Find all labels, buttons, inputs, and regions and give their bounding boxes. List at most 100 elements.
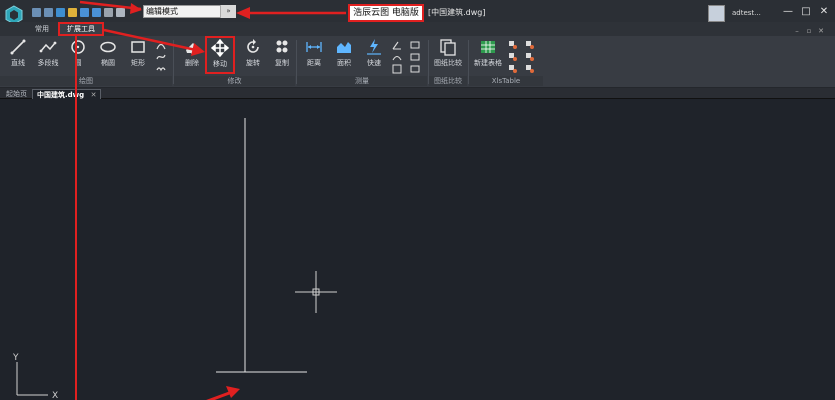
tab-drawing-file-label: 中国建筑.dwg (37, 91, 85, 99)
rotate-tool-label: 旋转 (246, 59, 260, 67)
doc-restore-button[interactable]: ▫ (805, 27, 813, 35)
area-tool-button[interactable]: 面积 (328, 38, 360, 74)
doc-minimize-button[interactable]: – (793, 27, 801, 35)
title-bar: 编辑模式 » 浩辰云图 电脑版 [中国建筑.dwg] adtest... — □… (0, 0, 835, 25)
copy-tool-button[interactable]: 复制 (266, 38, 298, 74)
arc-icon[interactable] (156, 40, 166, 50)
group-label-measure: 测量 (297, 76, 427, 86)
table-column-icon[interactable] (508, 64, 518, 74)
area-tool-label: 面积 (337, 59, 351, 67)
ucs-x-label: X (52, 391, 58, 400)
lightning-ruler-icon (367, 39, 381, 55)
table-split-icon[interactable] (525, 52, 535, 62)
quick-access-toolbar (32, 6, 125, 18)
rectangle-tool-button[interactable]: 矩形 (122, 38, 154, 74)
rectangle-tool-label: 矩形 (131, 59, 145, 67)
revcloud-icon[interactable] (156, 64, 166, 74)
polyline-tool-label: 多段线 (37, 59, 59, 67)
table-merge-icon[interactable] (525, 40, 535, 50)
circle-tool-label: 圆 (74, 59, 82, 67)
ellipse-tool-label: 椭圆 (101, 59, 115, 67)
redo-icon[interactable] (44, 7, 53, 17)
erase-tool-label: 删除 (185, 59, 199, 67)
group-label-compare: 图纸比较 (429, 76, 467, 86)
close-button[interactable]: ✕ (818, 6, 830, 18)
circle-icon (71, 40, 85, 54)
copy-icon (276, 40, 288, 53)
line-icon (10, 39, 26, 55)
area-chart-icon (337, 42, 351, 53)
table-row-icon[interactable] (508, 52, 518, 62)
move-tool-button[interactable]: 移动 (205, 36, 235, 74)
minimize-button[interactable]: — (782, 6, 794, 18)
new-table-label: 新建表格 (474, 59, 502, 67)
move-arrows-icon (211, 39, 229, 57)
ellipse-tool-button[interactable]: 椭圆 (92, 38, 124, 74)
drawing-canvas[interactable]: Y X (0, 100, 835, 400)
distance-tool-button[interactable]: 距离 (298, 38, 330, 74)
new-table-button[interactable]: 新建表格 (470, 38, 506, 74)
table-cell-icon[interactable] (508, 40, 518, 50)
open-icon[interactable] (68, 7, 77, 17)
drawing-svg: Y X (12, 118, 337, 400)
angle-measure-icon[interactable] (392, 40, 402, 50)
group-label-xlstable: XlsTable (469, 76, 543, 86)
rectangle-icon (131, 41, 145, 53)
tab-close-icon[interactable]: ✕ (91, 91, 97, 99)
tab-common[interactable]: 常用 (32, 24, 52, 35)
compare-drawings-icon (440, 39, 456, 56)
tab-start-page[interactable]: 起始页 (2, 89, 31, 99)
doc-close-button[interactable]: ✕ (817, 27, 825, 35)
polyline-icon (39, 41, 57, 53)
circle-tool-button[interactable]: 圆 (62, 38, 94, 74)
user-avatar[interactable] (708, 5, 725, 22)
undo-icon[interactable] (32, 7, 41, 17)
mode-select-dropdown-button[interactable]: » (220, 5, 236, 18)
ellipse-icon (100, 41, 116, 53)
copy-tool-label: 复制 (275, 59, 289, 67)
print-icon[interactable] (104, 7, 113, 17)
maximize-button[interactable]: □ (800, 6, 812, 18)
mode-select-value: 编辑模式 (146, 7, 178, 16)
document-tab-bar: 起始页 中国建筑.dwg ✕ (0, 88, 835, 99)
drawing-compare-label: 图纸比较 (434, 59, 462, 67)
table-icon (481, 41, 495, 53)
quick-measure-label: 快速 (367, 59, 381, 67)
erase-tool-button[interactable]: 删除 (176, 38, 208, 74)
ucs-y-label: Y (12, 353, 19, 363)
distance-icon (306, 42, 322, 52)
ribbon-tab-bar: 常用 扩展工具 – ▫ ✕ (0, 22, 835, 36)
spline-icon[interactable] (156, 52, 166, 62)
quick-measure-button[interactable]: 快速 (358, 38, 390, 74)
app-window: 编辑模式 » 浩辰云图 电脑版 [中国建筑.dwg] adtest... — □… (0, 0, 835, 400)
ucs-icon: Y X (12, 353, 58, 400)
coordinate-icon[interactable] (392, 64, 402, 74)
product-name-highlight: 浩辰云图 电脑版 (348, 4, 424, 22)
eraser-icon (186, 43, 199, 54)
save-as-icon[interactable] (92, 7, 101, 17)
layers-icon[interactable] (56, 7, 65, 17)
tab-drawing-file[interactable]: 中国建筑.dwg ✕ (32, 89, 102, 99)
distance-tool-label: 距离 (307, 59, 321, 67)
ribbon-panel: 直线 多段线 圆 椭圆 矩形 绘图 删除 移动 旋转 复制 修改 距离 面积 快… (0, 36, 835, 88)
measure-export-icon[interactable] (410, 64, 420, 74)
save-icon[interactable] (80, 7, 89, 17)
line-tool-label: 直线 (11, 59, 25, 67)
user-name[interactable]: adtest... (732, 9, 761, 17)
measure-settings-icon[interactable] (410, 52, 420, 62)
group-label-draw: 绘图 (0, 76, 172, 86)
group-label-modify: 修改 (174, 76, 295, 86)
line-tool-button[interactable]: 直线 (2, 38, 34, 74)
table-export-icon[interactable] (525, 64, 535, 74)
tab-extension-tools[interactable]: 扩展工具 (58, 22, 104, 36)
measure-list-icon[interactable] (410, 40, 420, 50)
window-icon[interactable] (116, 7, 125, 17)
move-tool-label: 移动 (213, 60, 227, 68)
document-title: [中国建筑.dwg] (428, 8, 486, 17)
polyline-tool-button[interactable]: 多段线 (32, 38, 64, 74)
rotate-icon (247, 39, 259, 53)
arc-length-icon[interactable] (392, 52, 402, 62)
drawing-compare-button[interactable]: 图纸比较 (430, 38, 466, 74)
rotate-tool-button[interactable]: 旋转 (237, 38, 269, 74)
crosshair-cursor-icon (295, 271, 337, 313)
